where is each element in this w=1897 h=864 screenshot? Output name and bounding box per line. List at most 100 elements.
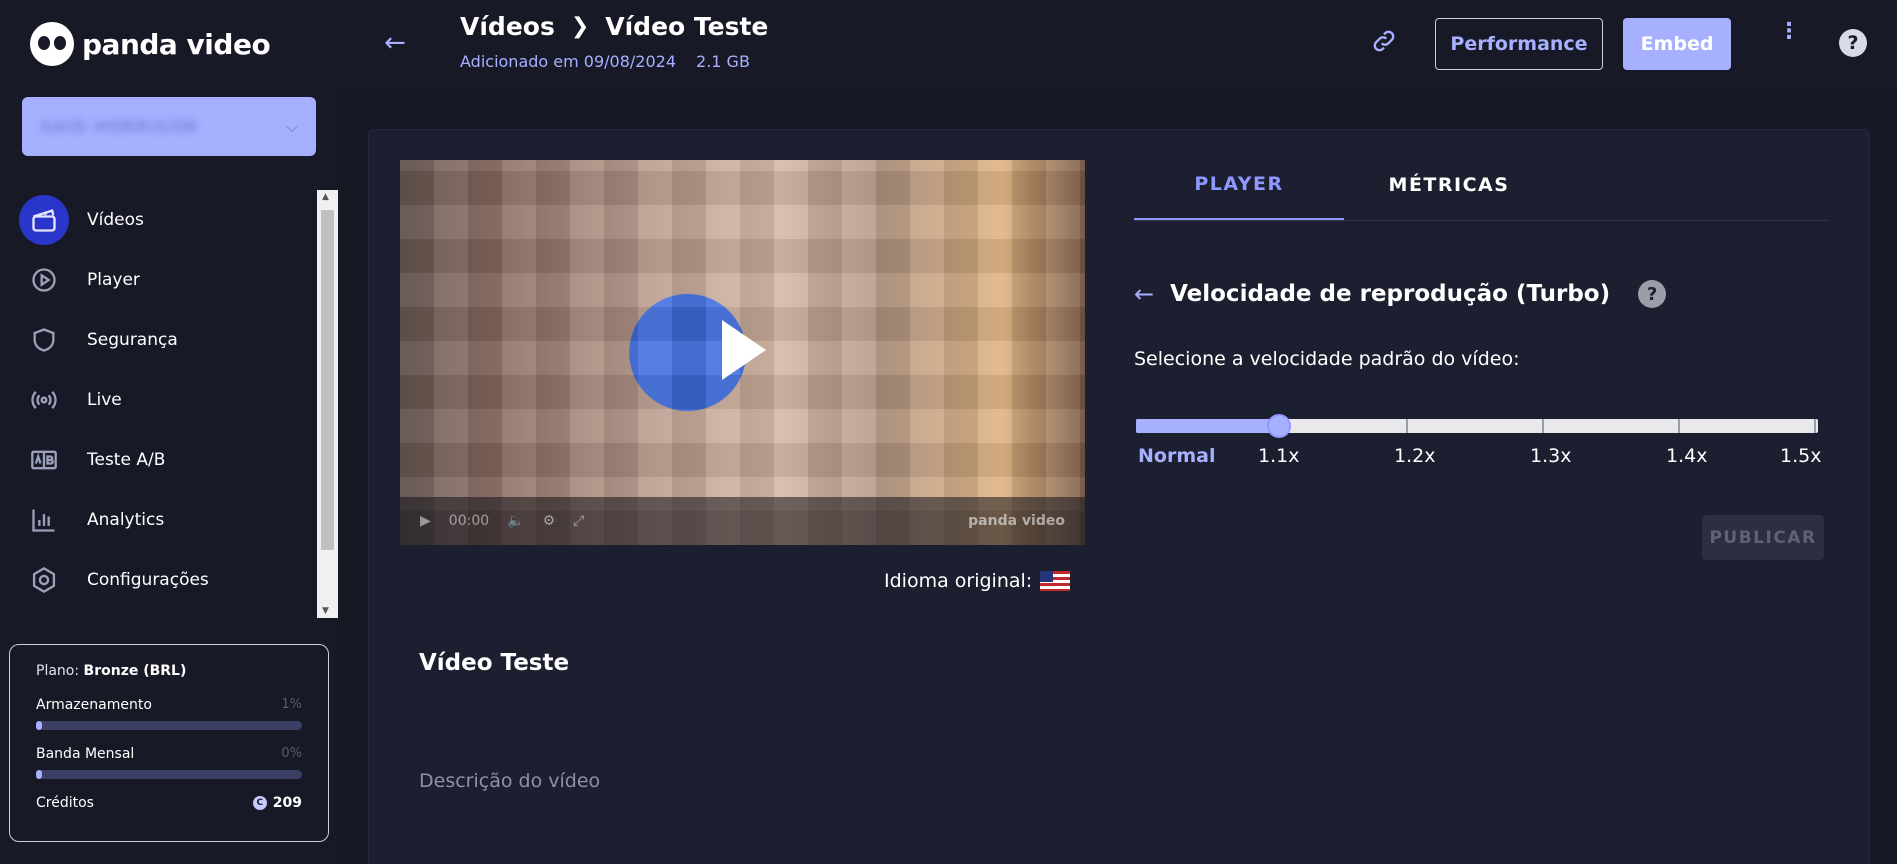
account-name: SAID HORRISON (40, 117, 198, 136)
player-controls: ▶ 00:00 🔈 ⚙ ⤢ panda video (400, 497, 1085, 545)
sidebar-item-ab-test[interactable]: Teste A/B (0, 430, 316, 490)
video-description-field[interactable]: Descrição do vídeo (419, 770, 600, 792)
speed-slider[interactable] (1136, 414, 1818, 438)
play-icon[interactable]: ▶ (420, 513, 431, 529)
embed-button[interactable]: Embed (1623, 18, 1731, 70)
speed-option-1-4[interactable]: 1.4x (1666, 445, 1707, 467)
breadcrumb: Vídeos ❯ Vídeo Teste (460, 12, 768, 41)
bandwidth-percent: 0% (281, 746, 302, 761)
plan-line: Plano: Bronze (BRL) (36, 663, 187, 679)
panel-tabs: PLAYER MÉTRICAS (1134, 150, 1828, 221)
added-date: Adicionado em 09/08/2024 (460, 52, 677, 71)
help-icon[interactable]: ? (1638, 280, 1667, 308)
bandwidth-bar-fill (36, 770, 42, 779)
file-size: 2.1 GB (696, 52, 750, 71)
brand-name: panda video (82, 27, 271, 61)
storage-label: Armazenamento (36, 697, 152, 713)
ab-test-icon (19, 435, 69, 485)
us-flag-icon[interactable] (1040, 571, 1071, 591)
back-arrow-icon[interactable]: ← (1134, 280, 1154, 308)
language-label: Idioma original: (884, 570, 1033, 592)
credits-row: Créditos C 209 (36, 795, 302, 811)
back-arrow-icon[interactable]: ← (384, 28, 406, 58)
gear-icon (19, 555, 69, 605)
speed-option-1-1[interactable]: 1.1x (1258, 445, 1299, 467)
clapperboard-icon (19, 195, 69, 245)
sidebar-item-player[interactable]: Player (0, 250, 316, 310)
video-title[interactable]: Vídeo Teste (419, 650, 569, 676)
video-player[interactable]: ▶ 00:00 🔈 ⚙ ⤢ panda video (400, 160, 1085, 545)
play-circle-icon (19, 255, 69, 305)
original-language: Idioma original: (884, 570, 1071, 592)
speed-option-1-5[interactable]: 1.5x (1780, 445, 1821, 467)
video-detail-card: ▶ 00:00 🔈 ⚙ ⤢ panda video Idioma origina… (368, 129, 1870, 864)
storage-row: Armazenamento 1% (36, 697, 302, 713)
plan-name: Bronze (BRL) (83, 663, 187, 679)
speed-labels: Normal 1.1x 1.2x 1.3x 1.4x 1.5x (1136, 445, 1836, 471)
panda-logo-icon (30, 22, 74, 66)
credits-label: Créditos (36, 795, 94, 811)
sidebar-item-label: Teste A/B (87, 450, 166, 470)
bandwidth-bar (36, 770, 302, 779)
plan-card: Plano: Bronze (BRL) Armazenamento 1% Ban… (9, 644, 329, 842)
page-header: ← Vídeos ❯ Vídeo Teste Adicionado em 09/… (338, 0, 1897, 88)
tab-player[interactable]: PLAYER (1134, 150, 1344, 220)
broadcast-icon (19, 375, 69, 425)
sidebar-nav: Vídeos Player Segurança Live Teste A/B A… (0, 190, 316, 610)
play-overlay-icon[interactable] (722, 320, 766, 380)
publish-button[interactable]: PUBLICAR (1702, 515, 1824, 560)
page-title: Vídeo Teste (605, 12, 769, 41)
storage-bar-fill (36, 721, 42, 730)
brand-logo[interactable]: panda video (30, 22, 271, 66)
speed-tick (1542, 419, 1544, 433)
sidebar-item-label: Vídeos (87, 210, 144, 230)
speed-prompt: Selecione a velocidade padrão do vídeo: (1134, 348, 1520, 370)
settings-icon[interactable]: ⚙ (543, 513, 556, 529)
video-meta: Adicionado em 09/08/2024 2.1 GB (460, 52, 750, 71)
storage-bar (36, 721, 302, 730)
shield-icon (19, 315, 69, 365)
sidebar-item-label: Live (87, 390, 122, 410)
sidebar-item-label: Configurações (87, 570, 209, 590)
link-icon[interactable] (1370, 27, 1398, 59)
volume-icon[interactable]: 🔈 (507, 513, 524, 529)
speed-slider-fill (1136, 419, 1279, 433)
sidebar-item-label: Analytics (87, 510, 165, 530)
bandwidth-label: Banda Mensal (36, 746, 135, 762)
fullscreen-icon[interactable]: ⤢ (573, 513, 584, 529)
chevron-down-icon: ⌵ (285, 116, 298, 136)
chevron-right-icon: ❯ (570, 14, 590, 39)
bandwidth-row: Banda Mensal 0% (36, 746, 302, 762)
breadcrumb-videos[interactable]: Vídeos (460, 12, 555, 41)
sidebar-item-live[interactable]: Live (0, 370, 316, 430)
speed-tick (1814, 419, 1816, 433)
speed-slider-knob[interactable] (1267, 414, 1291, 438)
scrollbar-thumb[interactable] (321, 210, 334, 550)
sidebar-item-analytics[interactable]: Analytics (0, 490, 316, 550)
scroll-down-icon[interactable]: ▼ (322, 606, 329, 616)
help-icon[interactable]: ? (1839, 29, 1867, 57)
sidebar-scrollbar[interactable]: ▲ ▼ (317, 190, 338, 618)
tab-metrics[interactable]: MÉTRICAS (1344, 150, 1554, 220)
sidebar-item-security[interactable]: Segurança (0, 310, 316, 370)
sidebar-item-settings[interactable]: Configurações (0, 550, 316, 610)
bar-chart-icon (19, 495, 69, 545)
scroll-up-icon[interactable]: ▲ (322, 192, 329, 202)
speed-section-title: Velocidade de reprodução (Turbo) (1170, 281, 1611, 307)
speed-option-1-2[interactable]: 1.2x (1394, 445, 1435, 467)
speed-tick (1678, 419, 1680, 433)
sidebar-item-label: Player (87, 270, 140, 290)
sidebar-item-videos[interactable]: Vídeos (0, 190, 316, 250)
speed-option-normal[interactable]: Normal (1138, 445, 1215, 467)
speed-option-1-3[interactable]: 1.3x (1530, 445, 1571, 467)
more-options-icon[interactable]: ⋮ (1778, 21, 1800, 43)
credit-coin-icon: C (252, 796, 267, 810)
sidebar-item-label: Segurança (87, 330, 178, 350)
speed-section-header: ← Velocidade de reprodução (Turbo) ? (1134, 280, 1667, 308)
current-time: 00:00 (448, 513, 490, 529)
player-watermark: panda video (968, 513, 1065, 529)
account-selector[interactable]: SAID HORRISON ⌵ (22, 97, 316, 156)
performance-button[interactable]: Performance (1435, 18, 1603, 70)
storage-percent: 1% (281, 697, 302, 712)
speed-tick (1406, 419, 1408, 433)
